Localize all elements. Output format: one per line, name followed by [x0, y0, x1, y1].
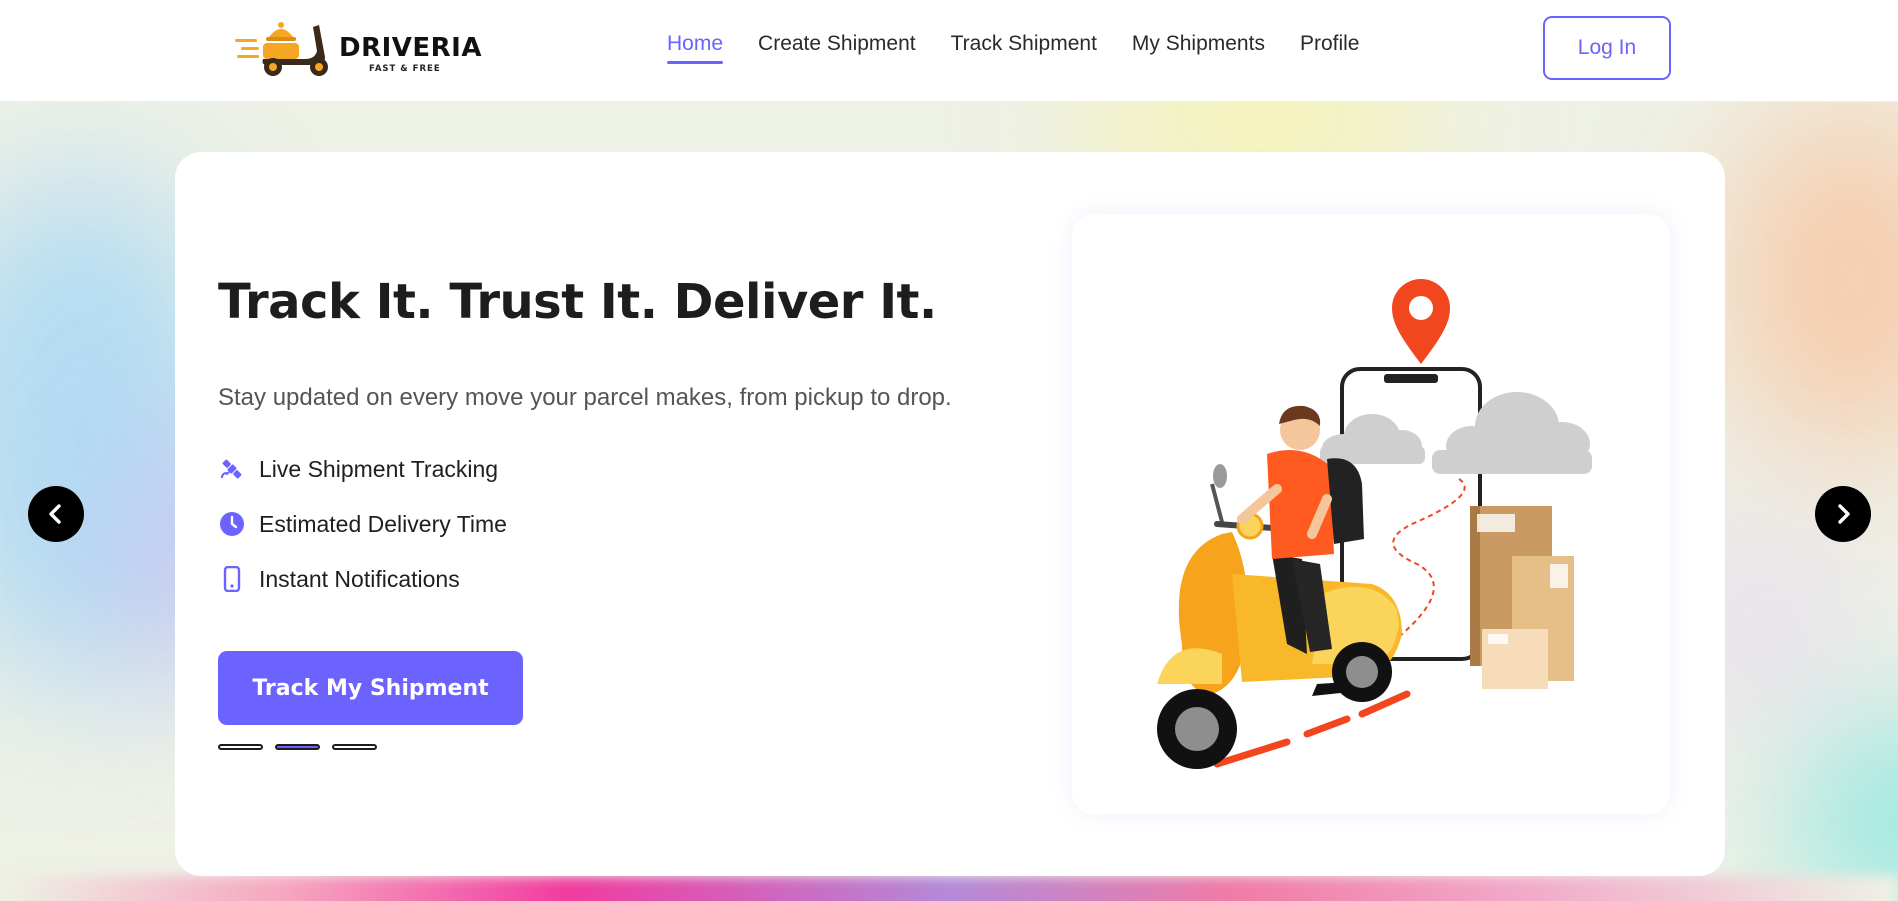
feature-item: Live Shipment Tracking: [218, 454, 507, 484]
scooter-logo-icon: [235, 22, 328, 76]
main-nav: Home Create Shipment Track Shipment My S…: [667, 32, 1394, 64]
feature-item: Estimated Delivery Time: [218, 509, 507, 539]
hero-card: Track It. Trust It. Deliver It. Stay upd…: [175, 152, 1725, 876]
phone-icon: [218, 565, 246, 593]
login-button[interactable]: Log In: [1543, 16, 1671, 80]
nav-item-create-shipment[interactable]: Create Shipment: [758, 32, 916, 62]
site-header: DRIVERIA FAST & FREE Home Create Shipmen…: [0, 0, 1898, 102]
nav-item-track-shipment[interactable]: Track Shipment: [951, 32, 1097, 62]
brand-tagline: FAST & FREE: [369, 64, 441, 74]
carousel-dot[interactable]: [332, 744, 377, 750]
carousel-dot[interactable]: [275, 744, 320, 750]
feature-label: Live Shipment Tracking: [259, 455, 499, 482]
carousel-next-button[interactable]: [1815, 486, 1871, 542]
brand-logo[interactable]: DRIVERIA FAST & FREE: [233, 17, 481, 79]
carousel-prev-button[interactable]: [28, 486, 84, 542]
clock-icon: [218, 510, 246, 538]
carousel-indicators: [218, 744, 377, 750]
nav-item-profile[interactable]: Profile: [1300, 32, 1360, 62]
illustration-panel: [1072, 214, 1670, 814]
feature-list: Live Shipment Tracking Estimated Deliver…: [218, 454, 507, 619]
chevron-right-icon: [1838, 504, 1850, 524]
satellite-icon: [218, 455, 246, 483]
brand-name: DRIVERIA: [339, 33, 482, 63]
carousel-dot[interactable]: [218, 744, 263, 750]
delivery-scooter-illustration: [1157, 279, 1592, 769]
feature-item: Instant Notifications: [218, 564, 507, 594]
hero-subtitle: Stay updated on every move your parcel m…: [218, 384, 952, 411]
hero-title: Track It. Trust It. Deliver It.: [218, 274, 937, 330]
nav-item-home[interactable]: Home: [667, 32, 724, 64]
nav-item-my-shipments[interactable]: My Shipments: [1132, 32, 1265, 62]
feature-label: Instant Notifications: [259, 565, 460, 592]
chevron-left-icon: [49, 504, 61, 524]
track-my-shipment-button[interactable]: Track My Shipment: [218, 651, 523, 725]
feature-label: Estimated Delivery Time: [259, 510, 507, 537]
